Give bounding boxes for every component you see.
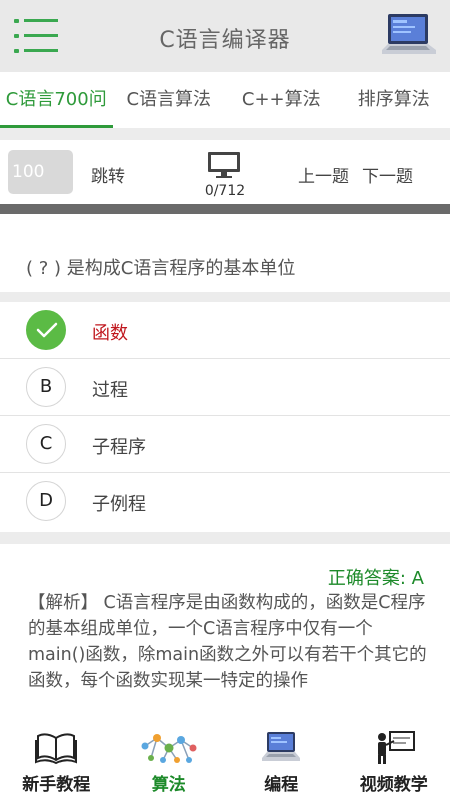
tab-cpp-algorithm[interactable]: C++算法 [225,72,338,128]
option-text: 子例程 [92,494,146,515]
category-tabs: C语言700问 C语言算法 C++算法 排序算法 [0,72,450,128]
answer-panel: 正确答案: A 【解析】 C语言程序是由函数构成的，函数是C程序的基本组成单位，… [0,544,450,724]
question-navigator: 跳转 0/712 上一题 下一题 [0,140,450,204]
option-letter: D [26,481,66,521]
nav-beginner-tutorial[interactable]: 新手教程 [0,724,113,800]
app-header: C语言编译器 [0,0,450,72]
network-icon [141,734,197,763]
answer-options: 函数 B 过程 C 子程序 D 子例程 [0,302,450,530]
option-text: 函数 [92,323,128,344]
option-text: 子程序 [92,437,146,458]
next-question-button[interactable]: 下一题 [362,162,413,187]
nav-video-teaching[interactable]: 视频教学 [338,724,450,800]
divider [0,532,450,544]
option-c[interactable]: C 子程序 [0,416,450,473]
nav-programming[interactable]: 编程 [225,724,338,800]
answer-analysis: 【解析】 C语言程序是由函数构成的，函数是C程序的基本组成单位，一个C语言程序中… [28,593,427,691]
nav-algorithm[interactable]: 算法 [113,724,226,800]
question-text: ( ? ) 是构成C语言程序的基本单位 [26,258,296,279]
option-a[interactable]: 函数 [0,302,450,359]
option-letter: B [26,367,66,407]
correct-answer-label: 正确答案: A [327,568,424,589]
question-number-input[interactable] [8,150,73,194]
monitor-icon [208,152,240,178]
divider [0,128,450,140]
divider [0,292,450,302]
option-text: 过程 [92,380,128,401]
tab-c-700[interactable]: C语言700问 [0,72,113,128]
laptop-icon[interactable] [380,12,438,62]
nav-label: 编程 [264,775,299,795]
nav-label: 视频教学 [359,775,428,795]
bottom-navigation: 新手教程 算法 编程 视频教学 [0,724,450,800]
divider [0,204,450,214]
question-progress: 0/712 [204,183,246,199]
question-card: ( ? ) 是构成C语言程序的基本单位 [0,214,450,292]
check-icon [26,310,66,350]
previous-question-button[interactable]: 上一题 [298,162,349,187]
jump-button[interactable]: 跳转 [91,162,125,187]
teacher-icon [377,731,415,764]
tab-sorting[interactable]: 排序算法 [338,72,450,128]
option-letter: C [26,424,66,464]
nav-label: 算法 [151,775,186,795]
option-b[interactable]: B 过程 [0,359,450,416]
laptop-icon [262,732,301,761]
option-d[interactable]: D 子例程 [0,473,450,530]
tab-c-algorithm[interactable]: C语言算法 [113,72,226,128]
nav-label: 新手教程 [22,775,91,795]
book-icon [35,733,78,765]
